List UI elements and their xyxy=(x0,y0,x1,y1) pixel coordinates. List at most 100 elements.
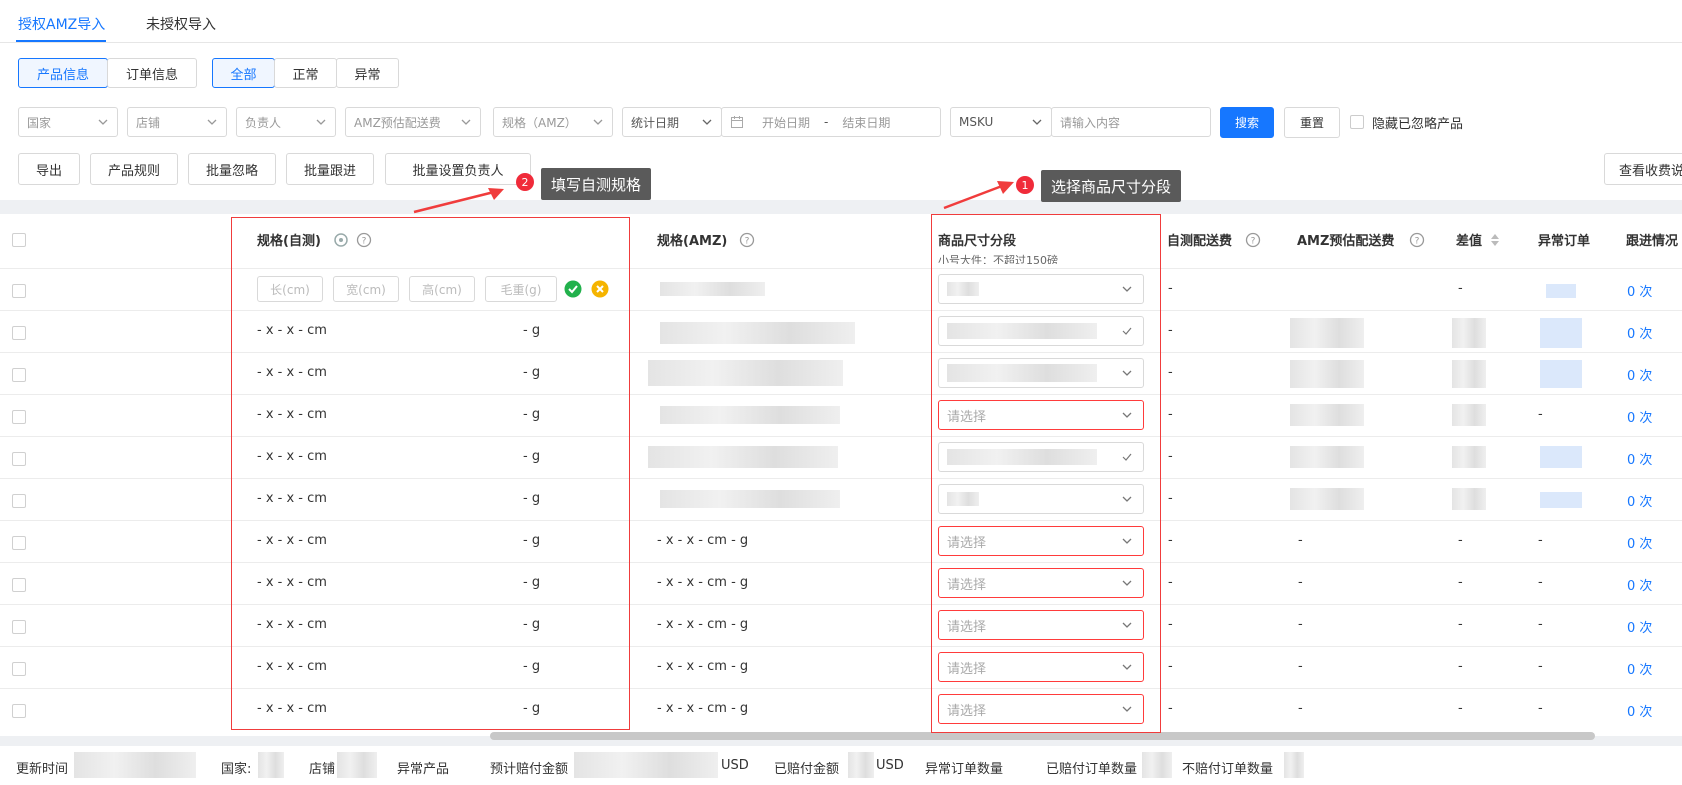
row-checkbox[interactable] xyxy=(12,326,26,340)
self-fee-value: - xyxy=(1168,491,1173,506)
self-fee-value: - xyxy=(1168,701,1173,716)
store-select[interactable]: 店铺 xyxy=(127,107,227,137)
self-fee-value: - xyxy=(1168,533,1173,548)
follow-count-link[interactable]: 0 次 xyxy=(1627,617,1652,636)
search-input[interactable]: 请输入内容 xyxy=(1051,107,1211,137)
hide-ignored-checkbox[interactable] xyxy=(1350,115,1364,129)
diff-value: - xyxy=(1458,533,1463,548)
view-fee-description-button[interactable]: 查看收费说 xyxy=(1604,153,1682,185)
self-fee-value: - xyxy=(1168,575,1173,590)
footer-usd-1: USD xyxy=(721,758,749,773)
follow-count-link[interactable]: 0 次 xyxy=(1627,281,1652,300)
segment-order-info[interactable]: 订单信息 xyxy=(107,58,197,88)
diff-value: - xyxy=(1458,281,1463,296)
sort-icon[interactable] xyxy=(1490,232,1500,248)
row-checkbox[interactable] xyxy=(12,368,26,382)
amz-spec-select[interactable]: 规格（AMZ） xyxy=(493,107,613,137)
self-fee-value: - xyxy=(1168,323,1173,338)
batch-set-owner-button[interactable]: 批量设置负责人 xyxy=(385,153,531,185)
tab-unauthorized-import[interactable]: 未授权导入 xyxy=(146,14,216,34)
product-rules-button[interactable]: 产品规则 xyxy=(90,153,178,185)
footer-usd-2: USD xyxy=(876,758,904,773)
diff-value: - xyxy=(1458,617,1463,632)
col-header-abnormal-orders: 异常订单 xyxy=(1538,234,1591,249)
follow-count-link[interactable]: 0 次 xyxy=(1627,449,1652,468)
amz-spec-value: - x - x - cm - g xyxy=(657,701,749,716)
batch-ignore-button[interactable]: 批量忽略 xyxy=(188,153,276,185)
country-select-label: 国家 xyxy=(27,115,52,130)
row-checkbox[interactable] xyxy=(12,578,26,592)
redacted-diff xyxy=(1452,318,1486,348)
help-icon[interactable]: ? xyxy=(739,232,755,248)
segment-abnormal[interactable]: 异常 xyxy=(336,58,399,88)
row-checkbox[interactable] xyxy=(12,452,26,466)
row-checkbox[interactable] xyxy=(12,662,26,676)
hide-ignored-label: 隐藏已忽略产品 xyxy=(1372,117,1464,132)
highlight-size-tier-column xyxy=(931,214,1161,733)
help-icon[interactable]: ? xyxy=(1409,232,1425,248)
row-checkbox[interactable] xyxy=(12,704,26,718)
redacted-abnormal-orders xyxy=(1540,318,1582,348)
active-tab-indicator xyxy=(16,40,106,42)
end-date-placeholder[interactable]: 结束日期 xyxy=(842,114,890,131)
export-button[interactable]: 导出 xyxy=(18,153,80,185)
field-select[interactable]: MSKU xyxy=(950,107,1052,137)
select-all-checkbox[interactable] xyxy=(12,233,26,247)
reset-button[interactable]: 重置 xyxy=(1284,107,1340,138)
stat-date-select[interactable]: 统计日期 xyxy=(622,107,722,137)
redacted-abnormal-orders xyxy=(1540,360,1582,388)
footer-unpaid-orders: 不赔付订单数量 xyxy=(1182,762,1274,777)
follow-count-link[interactable]: 0 次 xyxy=(1627,323,1652,342)
start-date-placeholder[interactable]: 开始日期 xyxy=(762,114,810,131)
row-checkbox[interactable] xyxy=(12,494,26,508)
abnormal-orders-value: - xyxy=(1538,659,1543,674)
svg-text:?: ? xyxy=(1415,237,1420,247)
date-range-picker[interactable]: 开始日期 - 结束日期 xyxy=(721,107,941,137)
footer-paid-orders: 已赔付订单数量 xyxy=(1046,762,1138,777)
date-range-separator: - xyxy=(824,115,829,129)
redacted-unpaid-orders xyxy=(1284,752,1304,778)
redacted-amz-spec xyxy=(660,490,840,508)
segment-normal[interactable]: 正常 xyxy=(274,58,337,88)
batch-follow-button[interactable]: 批量跟进 xyxy=(286,153,374,185)
redacted-amz-fee xyxy=(1290,488,1364,510)
chevron-down-icon xyxy=(461,119,471,125)
segment-all[interactable]: 全部 xyxy=(212,58,275,88)
col-header-follow-status: 跟进情况 xyxy=(1626,234,1679,249)
field-select-label: MSKU xyxy=(959,115,994,129)
owner-select[interactable]: 负责人 xyxy=(236,107,336,137)
tab-authorized-import[interactable]: 授权AMZ导入 xyxy=(18,14,105,34)
search-input-placeholder: 请输入内容 xyxy=(1060,115,1121,130)
follow-count-link[interactable]: 0 次 xyxy=(1627,575,1652,594)
diff-value: - xyxy=(1458,701,1463,716)
follow-count-link[interactable]: 0 次 xyxy=(1627,407,1652,426)
amz-fee-select[interactable]: AMZ预估配送费 xyxy=(345,107,481,137)
search-button[interactable]: 搜索 xyxy=(1220,107,1274,138)
self-fee-value: - xyxy=(1168,617,1173,632)
redacted-abnormal-orders xyxy=(1540,446,1582,468)
footer-abnormal-products: 异常产品 xyxy=(397,762,450,777)
amz-fee-value: - xyxy=(1298,617,1303,632)
row-checkbox[interactable] xyxy=(12,410,26,424)
row-checkbox[interactable] xyxy=(12,620,26,634)
redacted-amz-fee xyxy=(1290,446,1364,468)
follow-count-link[interactable]: 0 次 xyxy=(1627,491,1652,510)
follow-count-link[interactable]: 0 次 xyxy=(1627,659,1652,678)
follow-count-link[interactable]: 0 次 xyxy=(1627,365,1652,384)
redacted-est-compensation xyxy=(574,752,718,778)
follow-count-link[interactable]: 0 次 xyxy=(1627,701,1652,720)
horizontal-scrollbar[interactable] xyxy=(490,732,1595,740)
redacted-amz-spec xyxy=(660,282,765,296)
country-select[interactable]: 国家 xyxy=(18,107,118,137)
help-icon[interactable]: ? xyxy=(1245,232,1261,248)
follow-count-link[interactable]: 0 次 xyxy=(1627,533,1652,552)
redacted-amz-fee xyxy=(1290,318,1364,348)
col-header-self-fee: 自测配送费 xyxy=(1167,234,1233,249)
row-checkbox[interactable] xyxy=(12,536,26,550)
row-checkbox[interactable] xyxy=(12,284,26,298)
tab-divider xyxy=(0,42,1682,43)
chevron-down-icon xyxy=(207,119,217,125)
segment-product-info[interactable]: 产品信息 xyxy=(18,58,108,88)
chevron-down-icon xyxy=(98,119,108,125)
redacted-amz-fee xyxy=(1290,360,1364,388)
